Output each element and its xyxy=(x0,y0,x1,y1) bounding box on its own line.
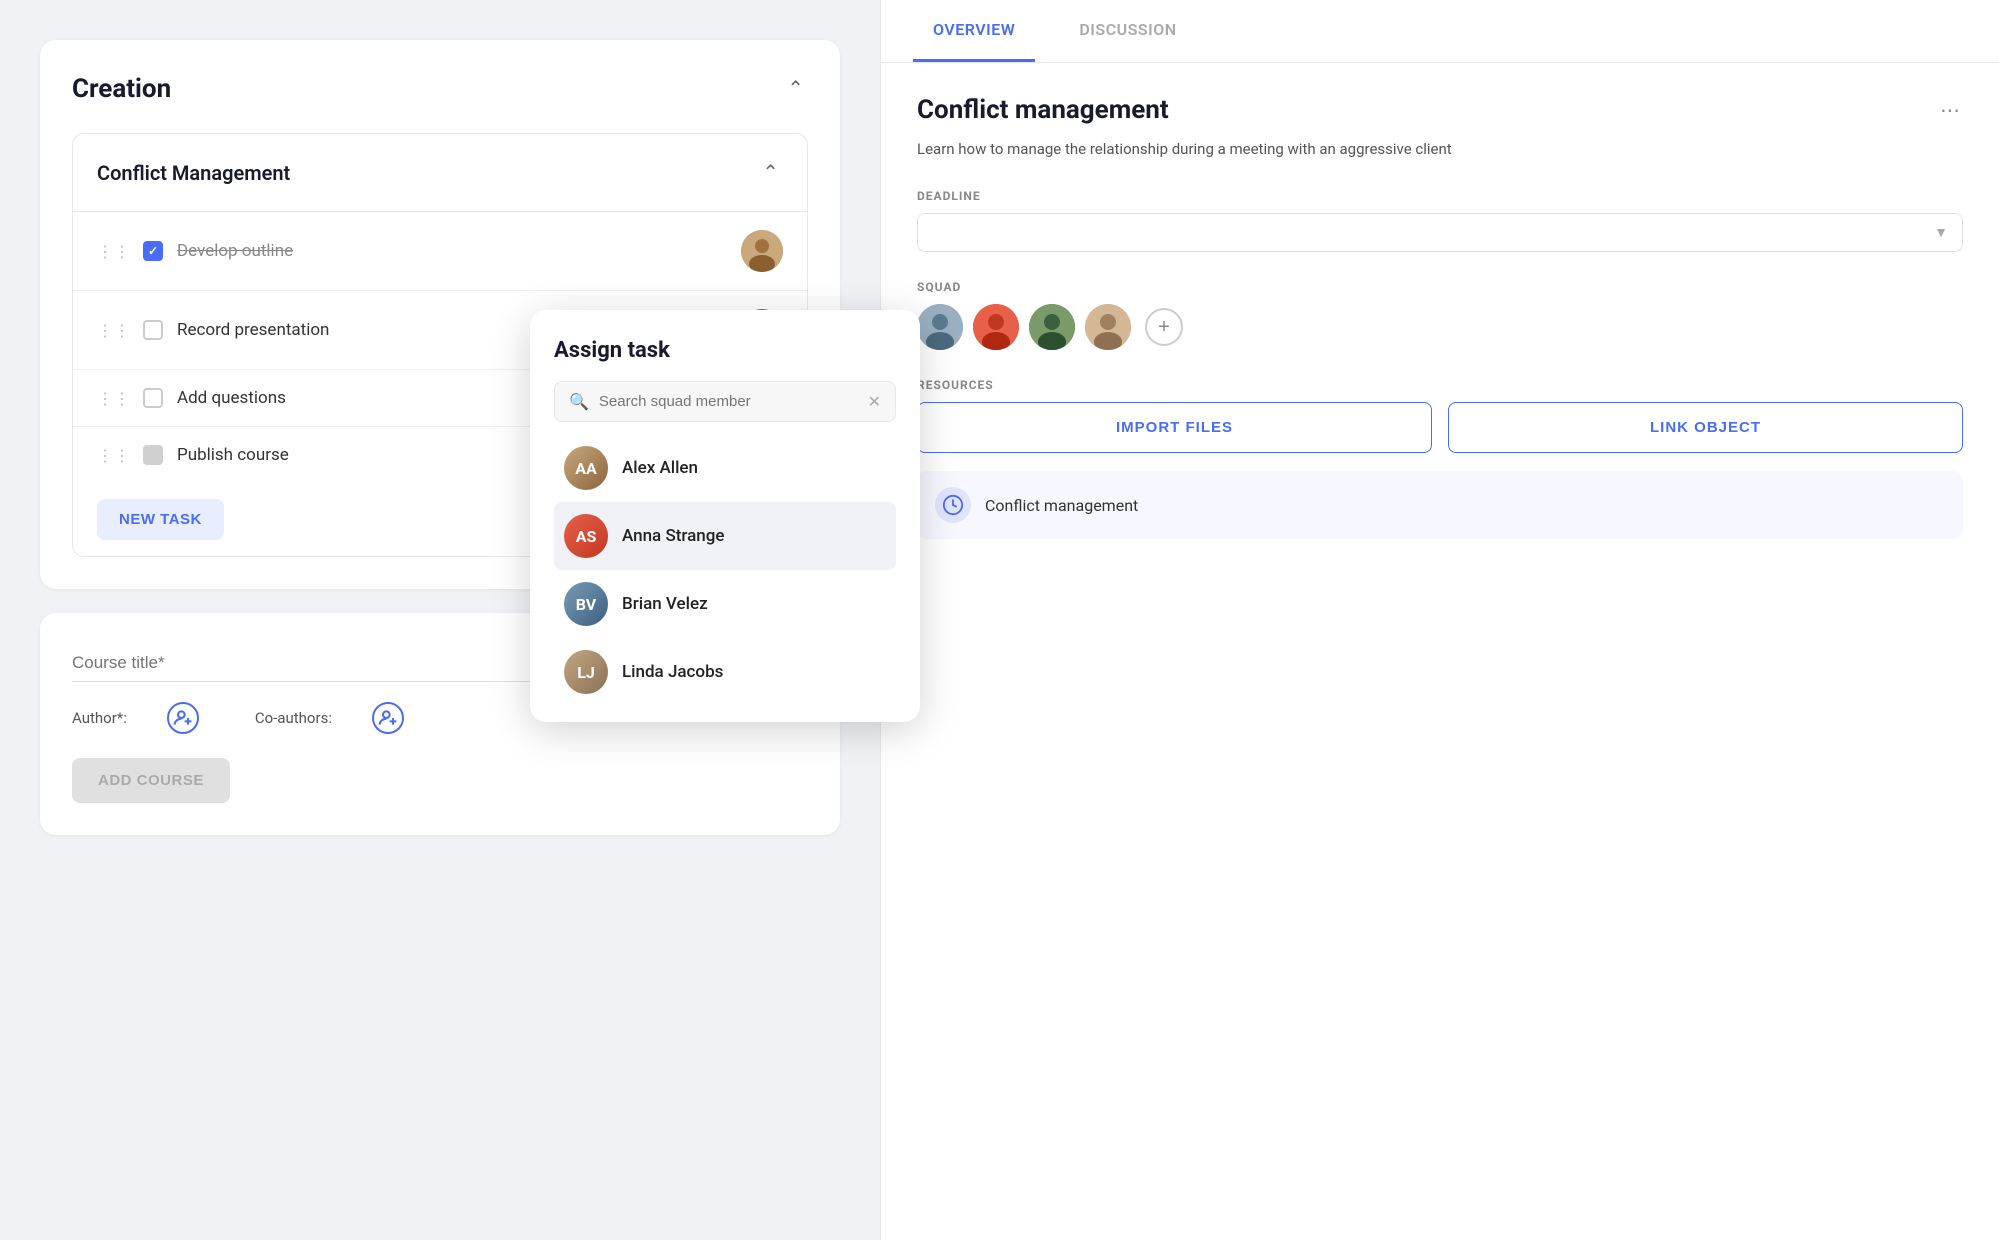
drag-handle-icon[interactable]: ⋮⋮ xyxy=(97,321,131,340)
assign-popup-title: Assign task xyxy=(554,338,880,363)
table-row: ⋮⋮ Develop outline xyxy=(73,212,807,291)
page-title: Conflict management xyxy=(917,95,1169,125)
resource-name: Conflict management xyxy=(985,496,1138,515)
chevron-down-icon: ▼ xyxy=(1934,224,1948,241)
squad-row: + xyxy=(917,304,1963,350)
add-author-button[interactable] xyxy=(167,702,199,734)
avatar xyxy=(973,304,1019,350)
creation-title: Creation xyxy=(72,74,171,104)
section-header: Conflict Management ⌃ xyxy=(73,134,807,212)
member-name: Anna Strange xyxy=(622,526,724,546)
list-item[interactable]: BV Brian Velez xyxy=(554,570,880,638)
member-name: Alex Allen xyxy=(622,458,698,478)
resource-icon xyxy=(935,487,971,523)
avatar xyxy=(917,304,963,350)
task-checkbox-4 xyxy=(143,445,163,465)
resource-buttons: IMPORT FILES LINK OBJECT xyxy=(917,402,1963,453)
list-item[interactable]: LJ Linda Jacobs xyxy=(554,638,880,706)
section-description: Learn how to manage the relationship dur… xyxy=(917,137,1963,161)
resources-label: RESOURCES xyxy=(917,378,1963,392)
avatar: BV xyxy=(564,582,608,626)
drag-handle-icon[interactable]: ⋮⋮ xyxy=(97,389,131,408)
link-object-button[interactable]: LINK OBJECT xyxy=(1448,402,1963,453)
task-label-1: Develop outline xyxy=(177,241,741,261)
avatar xyxy=(1085,304,1131,350)
member-name: Brian Velez xyxy=(622,594,708,614)
close-icon[interactable]: ✕ xyxy=(868,392,880,411)
task-checkbox-2[interactable] xyxy=(143,320,163,340)
task-checkbox-1[interactable] xyxy=(143,241,163,261)
section-title: Conflict Management xyxy=(97,161,290,185)
right-panel: OVERVIEW DISCUSSION Conflict management … xyxy=(880,0,1999,1240)
assign-task-popup: Assign task 🔍 ✕ AA Alex Allen AS Anna St… xyxy=(530,310,880,722)
author-label: Author*: xyxy=(72,709,127,727)
member-list: AA Alex Allen AS Anna Strange BV Brian V… xyxy=(554,434,880,706)
tab-bar: OVERVIEW DISCUSSION xyxy=(881,0,1999,63)
avatar: LJ xyxy=(564,650,608,694)
member-name: Linda Jacobs xyxy=(622,662,723,682)
squad-label: SQUAD xyxy=(917,280,1963,294)
add-course-button: ADD COURSE xyxy=(72,758,230,803)
add-coauthor-button[interactable] xyxy=(372,702,404,734)
search-box: 🔍 ✕ xyxy=(554,381,880,422)
drag-handle-icon[interactable]: ⋮⋮ xyxy=(97,242,131,261)
drag-handle-icon[interactable]: ⋮⋮ xyxy=(97,446,131,465)
add-squad-member-button[interactable]: + xyxy=(1145,308,1183,346)
deadline-select[interactable]: ▼ xyxy=(917,213,1963,252)
list-item[interactable]: AS Anna Strange xyxy=(554,502,880,570)
more-options-button[interactable]: ⋯ xyxy=(1940,98,1963,122)
list-item[interactable]: AA Alex Allen xyxy=(554,434,880,502)
creation-header: Creation ⌃ xyxy=(72,72,808,105)
avatar xyxy=(1029,304,1075,350)
right-content: Conflict management ⋯ Learn how to manag… xyxy=(881,63,1999,571)
import-files-button[interactable]: IMPORT FILES xyxy=(917,402,1432,453)
deadline-label: DEADLINE xyxy=(917,189,1963,203)
search-input[interactable] xyxy=(599,393,868,410)
right-section-header: Conflict management ⋯ xyxy=(917,95,1963,125)
avatar: AA xyxy=(564,446,608,490)
coauthors-label: Co-authors: xyxy=(255,709,332,727)
task-checkbox-3[interactable] xyxy=(143,388,163,408)
search-icon: 🔍 xyxy=(569,392,589,411)
section-collapse-button[interactable]: ⌃ xyxy=(758,156,783,189)
new-task-button[interactable]: NEW TASK xyxy=(97,499,224,540)
task-avatar-1 xyxy=(741,230,783,272)
avatar: AS xyxy=(564,514,608,558)
tab-overview[interactable]: OVERVIEW xyxy=(913,0,1035,62)
tab-discussion[interactable]: DISCUSSION xyxy=(1059,0,1196,62)
resource-item[interactable]: Conflict management xyxy=(917,471,1963,539)
left-panel: Creation ⌃ Conflict Management ⌃ ⋮⋮ Deve… xyxy=(0,0,880,1240)
creation-collapse-button[interactable]: ⌃ xyxy=(783,72,808,105)
